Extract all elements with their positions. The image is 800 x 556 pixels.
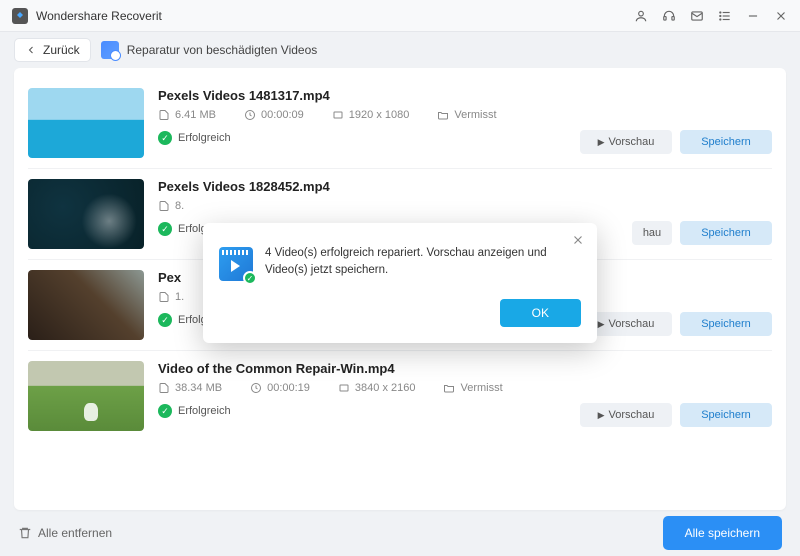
file-size: 1.: [158, 291, 184, 303]
status-text: Erfolgreich: [178, 405, 231, 417]
modal-close-icon[interactable]: [571, 233, 585, 247]
preview-button[interactable]: ▶Vorschau: [580, 130, 672, 154]
duration: 00:00:19: [250, 382, 310, 394]
check-icon: ✓: [158, 222, 172, 236]
folder-icon: [437, 109, 449, 121]
remove-all-button[interactable]: Alle entfernen: [18, 526, 112, 540]
success-modal: ✓ 4 Video(s) erfolgreich repariert. Vors…: [203, 223, 597, 343]
app-title: Wondershare Recoverit: [36, 9, 162, 23]
video-title: Video of the Common Repair-Win.mp4: [158, 361, 566, 376]
file-icon: [158, 291, 170, 303]
video-title: Pexels Videos 1481317.mp4: [158, 88, 566, 103]
dimensions-icon: [332, 109, 344, 121]
preview-button[interactable]: ▶Vorschau: [580, 403, 672, 427]
modal-ok-button[interactable]: OK: [500, 299, 581, 327]
titlebar: Wondershare Recoverit: [0, 0, 800, 32]
video-row: Pexels Videos 1481317.mp4 6.41 MB 00:00:…: [28, 78, 772, 169]
minimize-icon[interactable]: [746, 9, 760, 23]
preview-button[interactable]: hau: [632, 221, 672, 245]
clock-icon: [250, 382, 262, 394]
footer: Alle entfernen Alle speichern: [0, 510, 800, 556]
video-thumbnail[interactable]: [28, 270, 144, 340]
duration: 00:00:09: [244, 109, 304, 121]
save-button[interactable]: Speichern: [680, 312, 772, 336]
page-label: Reparatur von beschädigten Videos: [101, 41, 318, 59]
path-status: Vermisst: [443, 382, 502, 394]
check-icon: ✓: [158, 131, 172, 145]
back-button[interactable]: Zurück: [14, 38, 91, 62]
video-thumbnail[interactable]: [28, 179, 144, 249]
video-title: Pexels Videos 1828452.mp4: [158, 179, 618, 194]
list-icon[interactable]: [718, 9, 732, 23]
file-icon: [158, 109, 170, 121]
save-button[interactable]: Speichern: [680, 403, 772, 427]
path-status: Vermisst: [437, 109, 496, 121]
resolution: 3840 x 2160: [338, 382, 416, 394]
file-size: 38.34 MB: [158, 382, 222, 394]
video-repair-icon: [101, 41, 119, 59]
save-button[interactable]: Speichern: [680, 130, 772, 154]
headset-icon[interactable]: [662, 9, 676, 23]
check-icon: ✓: [158, 313, 172, 327]
back-label: Zurück: [43, 43, 80, 57]
toolbar: Zurück Reparatur von beschädigten Videos: [0, 32, 800, 68]
resolution: 1920 x 1080: [332, 109, 410, 121]
file-size: 8.: [158, 200, 184, 212]
user-icon[interactable]: [634, 9, 648, 23]
clock-icon: [244, 109, 256, 121]
video-thumbnail[interactable]: [28, 361, 144, 431]
dimensions-icon: [338, 382, 350, 394]
mail-icon[interactable]: [690, 9, 704, 23]
check-icon: ✓: [158, 404, 172, 418]
folder-icon: [443, 382, 455, 394]
app-icon: [12, 8, 28, 24]
video-thumbnail[interactable]: [28, 88, 144, 158]
video-row: Video of the Common Repair-Win.mp4 38.34…: [28, 351, 772, 441]
file-size: 6.41 MB: [158, 109, 216, 121]
file-icon: [158, 200, 170, 212]
close-icon[interactable]: [774, 9, 788, 23]
save-all-button[interactable]: Alle speichern: [663, 516, 782, 550]
arrow-left-icon: [25, 44, 37, 56]
status-text: Erfolgreich: [178, 132, 231, 144]
file-icon: [158, 382, 170, 394]
save-button[interactable]: Speichern: [680, 221, 772, 245]
modal-message: 4 Video(s) erfolgreich repariert. Vorsch…: [265, 245, 581, 280]
trash-icon: [18, 526, 32, 540]
video-success-icon: ✓: [219, 247, 253, 281]
